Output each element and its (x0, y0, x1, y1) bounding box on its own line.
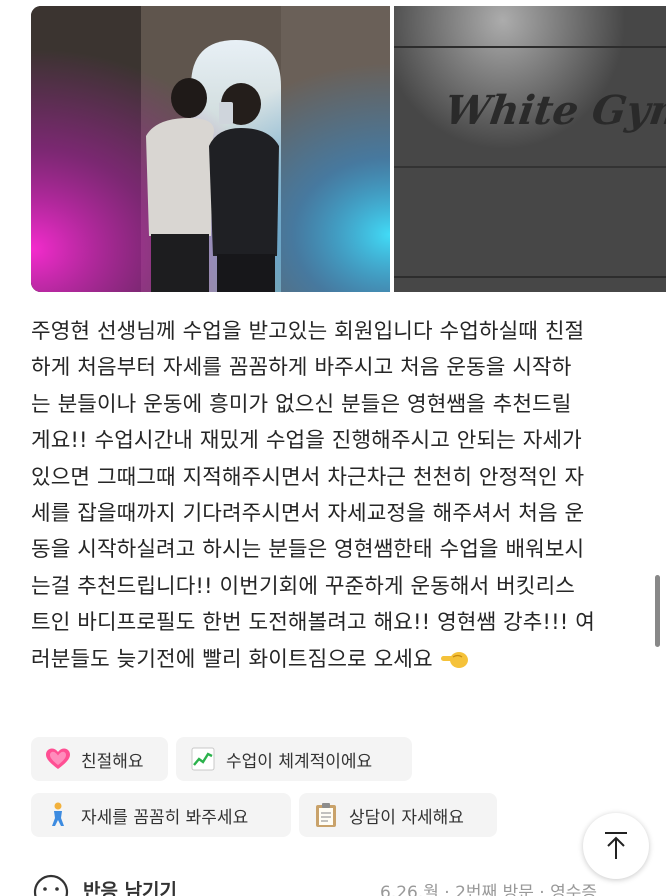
heart-icon (45, 746, 71, 772)
pointing-hand-icon (440, 645, 468, 668)
arrow-up-icon (605, 832, 627, 859)
tag-label: 자세를 꼼꼼히 봐주세요 (81, 807, 249, 828)
smile-icon[interactable] (33, 874, 69, 896)
person-exercise-icon (45, 802, 71, 828)
tag-label: 친절해요 (81, 751, 144, 772)
scrollbar-thumb[interactable] (655, 575, 660, 647)
photo-gallery[interactable]: White Gym (0, 0, 666, 292)
gym-sign-image: White Gym (394, 6, 666, 292)
tag-kind: 친절해요 (31, 737, 168, 781)
tag-systematic: 수업이 체계적이에요 (176, 737, 412, 781)
tag-posture: 자세를 꼼꼼히 봐주세요 (31, 793, 291, 837)
tag-consult: 상담이 자세해요 (299, 793, 497, 837)
clipboard-icon (313, 802, 339, 828)
review-footer: 반응 남기기 6.26.월 · 2번째 방문 · 영수증 (0, 872, 666, 896)
review-text: 주영현 선생님께 수업을 받고있는 회원입니다 수업하실때 친절 하게 처음부터… (31, 314, 631, 678)
mirror-selfie-image (31, 6, 390, 292)
visit-meta: 6.26.월 · 2번째 방문 · 영수증 (380, 883, 598, 896)
leave-reaction-button[interactable]: 반응 남기기 (83, 876, 177, 896)
chart-icon (190, 746, 216, 772)
review-body: 주영현 선생님께 수업을 받고있는 회원입니다 수업하실때 친절 하게 처음부터… (31, 319, 595, 672)
review-photo-mirror-selfie[interactable] (31, 6, 390, 292)
scroll-to-top-button[interactable] (583, 813, 649, 879)
tag-label: 상담이 자세해요 (349, 807, 464, 828)
tag-label: 수업이 체계적이에요 (226, 751, 373, 772)
gym-sign-logo-text: White Gym (442, 87, 666, 134)
review-photo-gym-sign[interactable]: White Gym (394, 6, 666, 292)
